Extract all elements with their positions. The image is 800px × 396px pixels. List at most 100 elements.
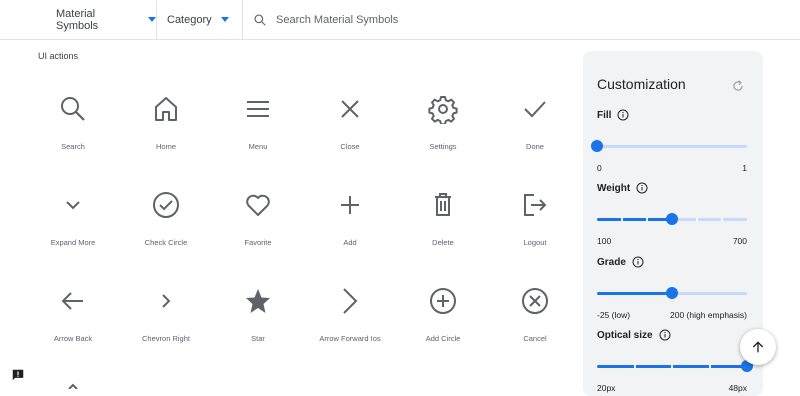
- info-icon[interactable]: [617, 109, 629, 121]
- fill-slider-thumb[interactable]: [591, 140, 603, 152]
- panel-title: Customization: [597, 76, 686, 92]
- fill-label: Fill: [597, 109, 629, 121]
- icon-label: Star: [251, 334, 265, 343]
- favorite-icon: [246, 194, 270, 216]
- icon-tile-arrow-back[interactable]: Arrow Back: [27, 272, 119, 364]
- arrow-upward-icon: [752, 341, 764, 353]
- grade-label-text: Grade: [597, 256, 626, 268]
- slider-tick: [671, 365, 673, 368]
- weight-label: Weight: [597, 182, 648, 194]
- reset-icon[interactable]: [731, 79, 745, 93]
- check-circle-icon: [153, 192, 179, 218]
- icon-label: Arrow Back: [53, 334, 93, 343]
- cancel-icon: [522, 288, 548, 314]
- icon-tile-cancel[interactable]: Cancel: [489, 272, 581, 364]
- icon-tile-arrow-forward-ios[interactable]: Arrow Forward Ios: [304, 272, 396, 364]
- slider-tick: [621, 218, 623, 221]
- feedback-icon[interactable]: [11, 368, 25, 382]
- arrow-back-icon: [61, 292, 83, 310]
- icon-label: Chevron Right: [142, 334, 190, 343]
- search-input[interactable]: [276, 13, 576, 26]
- icon-tile-chevron-right[interactable]: Chevron Right: [120, 272, 212, 364]
- info-icon[interactable]: [632, 256, 644, 268]
- icon-tile-favorite[interactable]: Favorite: [212, 176, 304, 268]
- icon-label: Delete: [432, 238, 454, 247]
- grade-range: -25 (low) 200 (high emphasis): [597, 310, 747, 320]
- icon-tile-done[interactable]: Done: [489, 80, 581, 172]
- weight-slider[interactable]: [597, 213, 747, 225]
- top-bar: Material Symbols Category: [0, 0, 800, 40]
- slider-tick: [633, 365, 636, 368]
- home-icon: [155, 97, 177, 121]
- icon-tile-add-circle[interactable]: Add Circle: [397, 272, 489, 364]
- info-icon[interactable]: [659, 329, 671, 341]
- icon-label: Search: [61, 142, 85, 151]
- fill-slider[interactable]: [591, 140, 747, 152]
- grade-slider-fill: [597, 292, 672, 295]
- optical-size-label-text: Optical size: [597, 329, 653, 341]
- icon-label: Add Circle: [425, 334, 461, 343]
- icon-label: Check Circle: [144, 238, 188, 247]
- optical-size-range: 20px 48px: [597, 383, 747, 393]
- weight-slider-thumb[interactable]: [666, 213, 678, 225]
- icon-tile-expand-more[interactable]: Expand More: [27, 176, 119, 268]
- icon-tile-settings[interactable]: Settings: [397, 80, 489, 172]
- icon-label: Settings: [429, 142, 457, 151]
- optical-size-label: Optical size: [597, 329, 671, 341]
- search-icon: [254, 13, 266, 26]
- icon-tile-search[interactable]: Search: [27, 80, 119, 172]
- icon-label: Cancel: [523, 334, 547, 343]
- done-icon: [524, 101, 546, 118]
- arrow-forward-ios-icon: [343, 288, 358, 314]
- icon-label: Done: [526, 142, 544, 151]
- expand-less-icon[interactable]: [62, 381, 84, 389]
- icon-label: Logout: [523, 238, 547, 247]
- chevron-right-icon: [162, 294, 171, 308]
- info-icon[interactable]: [636, 182, 648, 194]
- fill-range: 0 1: [597, 163, 747, 173]
- weight-min: 100: [597, 236, 612, 246]
- slider-tick: [708, 365, 711, 368]
- icon-tile-menu[interactable]: Menu: [212, 80, 304, 172]
- icon-label: Favorite: [244, 238, 272, 247]
- grade-slider-thumb[interactable]: [666, 287, 678, 299]
- optical-size-slider[interactable]: [597, 360, 753, 372]
- icon-tile-home[interactable]: Home: [120, 80, 212, 172]
- logout-icon: [524, 194, 547, 216]
- font-dropdown-caret-icon: [148, 17, 156, 22]
- optical-size-min: 20px: [597, 383, 616, 393]
- star-icon: [246, 289, 270, 313]
- add-icon: [341, 196, 359, 214]
- add-circle-icon: [430, 288, 456, 314]
- close-icon: [341, 100, 359, 118]
- customization-panel: Customization Fill 0 1 Weight 100 700 Gr…: [583, 51, 763, 396]
- icon-tile-logout[interactable]: Logout: [489, 176, 581, 268]
- search-bar: [243, 0, 800, 40]
- icon-tile-star[interactable]: Star: [212, 272, 304, 364]
- search-icon: [61, 97, 85, 121]
- category-dropdown[interactable]: Category: [157, 0, 243, 40]
- icon-label: Home: [155, 142, 176, 151]
- weight-max: 700: [732, 236, 747, 246]
- expand-more-icon: [66, 201, 80, 210]
- section-title: UI actions: [38, 51, 79, 61]
- weight-range: 100 700: [597, 236, 747, 246]
- icon-tile-add[interactable]: Add: [304, 176, 396, 268]
- category-dropdown-caret-icon: [220, 17, 229, 22]
- grade-slider[interactable]: [597, 287, 747, 299]
- icon-label: Add: [343, 238, 357, 247]
- icon-label: Close: [340, 142, 360, 151]
- settings-icon: [428, 96, 458, 124]
- slider-tick: [696, 218, 698, 221]
- fill-label-text: Fill: [597, 109, 612, 121]
- slider-tick: [646, 218, 648, 221]
- icon-tile-close[interactable]: Close: [304, 80, 396, 172]
- scroll-to-top-button[interactable]: [740, 329, 776, 365]
- icon-label: Expand More: [50, 238, 96, 247]
- icon-label: Menu: [248, 142, 268, 151]
- grade-min: -25 (low): [597, 310, 631, 320]
- icon-tile-check-circle[interactable]: Check Circle: [120, 176, 212, 268]
- icon-tile-delete[interactable]: Delete: [397, 176, 489, 268]
- optical-size-max: 48px: [728, 383, 747, 393]
- font-dropdown[interactable]: Material Symbols: [0, 0, 157, 40]
